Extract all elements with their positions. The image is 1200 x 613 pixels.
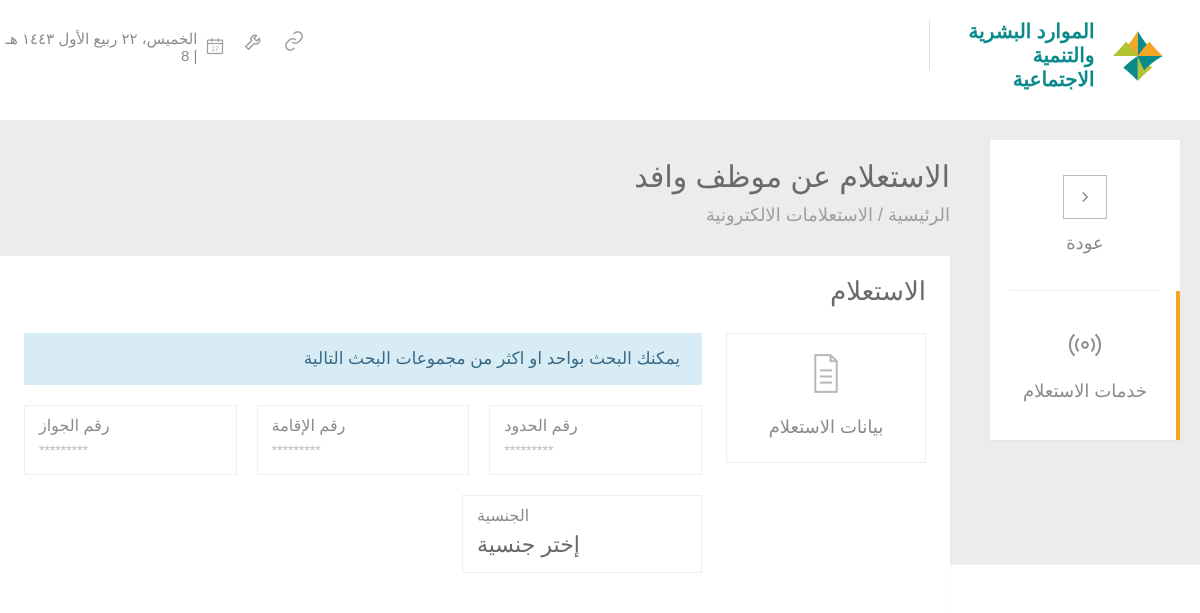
sidebar-item-services[interactable]: خدمات الاستعلام [990,291,1180,441]
form-area: يمكنك البحث بواحد او اكثر من مجموعات الب… [24,333,702,593]
wrench-icon[interactable] [243,30,265,57]
iqama-number-input[interactable] [272,442,455,458]
top-bar: الموارد البشرية والتنمية الاجتماعية 17 ا… [0,0,1200,120]
inquiry-card-label: بيانات الاستعلام [769,417,884,438]
panel-title: الاستعلام [24,276,926,307]
breadcrumb: الرئيسية / الاستعلامات الالكترونية [0,205,950,226]
field-label: الجنسية [477,506,687,526]
passport-number-input[interactable] [39,442,222,458]
brand-logo: الموارد البشرية والتنمية الاجتماعية [955,20,1170,92]
main-area: عودة خدمات الاستعلام الاستعلام عن موظف و… [0,120,1200,565]
info-banner: يمكنك البحث بواحد او اكثر من مجموعات الب… [24,333,702,385]
sidebar: عودة خدمات الاستعلام [990,140,1180,440]
field-border-number: رقم الحدود [489,405,702,475]
chevron-left-icon [1063,175,1107,219]
field-iqama-number: رقم الإقامة [257,405,470,475]
calendar-icon: 17 [205,35,225,61]
field-label: رقم الحدود [504,416,687,436]
divider [929,20,930,70]
content: الاستعلام عن موظف وافد الرئيسية / الاستع… [0,140,990,565]
breadcrumb-current: الاستعلامات الالكترونية [706,205,873,225]
brand-mark-icon [1105,21,1170,91]
sidebar-back-label: عودة [1066,233,1104,254]
sidebar-services-label: خدمات الاستعلام [1023,381,1147,402]
page-title: الاستعلام عن موظف وافد [0,160,950,195]
sidebar-item-back[interactable]: عودة [990,140,1180,290]
brand-text-line2: والتنمية الاجتماعية [955,44,1094,92]
nationality-select[interactable]: إختر جنسية [477,532,687,558]
date-display: 17 الخميس، ٢٢ ربيع الأول ١٤٤٣ هـ | 8 [0,30,225,65]
date-text: الخميس، ٢٢ ربيع الأول ١٤٤٣ هـ | 8 [0,30,197,65]
top-utility-icons [243,30,305,57]
link-icon[interactable] [283,30,305,57]
field-nationality: الجنسية إختر جنسية [462,495,702,573]
brand-text-line1: الموارد البشرية [955,20,1094,44]
inquiry-data-card[interactable]: بيانات الاستعلام [726,333,926,463]
document-icon [807,352,845,403]
field-label: رقم الإقامة [272,416,455,436]
broadcast-icon [1068,328,1102,367]
border-number-input[interactable] [504,442,687,458]
breadcrumb-sep: / [873,205,888,225]
inquiry-panel: الاستعلام بيانات الاستعلام يمكنك البحث ب… [0,256,950,613]
field-label: رقم الجواز [39,416,222,436]
svg-text:17: 17 [212,46,220,53]
field-passport-number: رقم الجواز [24,405,237,475]
breadcrumb-home[interactable]: الرئيسية [888,205,950,225]
